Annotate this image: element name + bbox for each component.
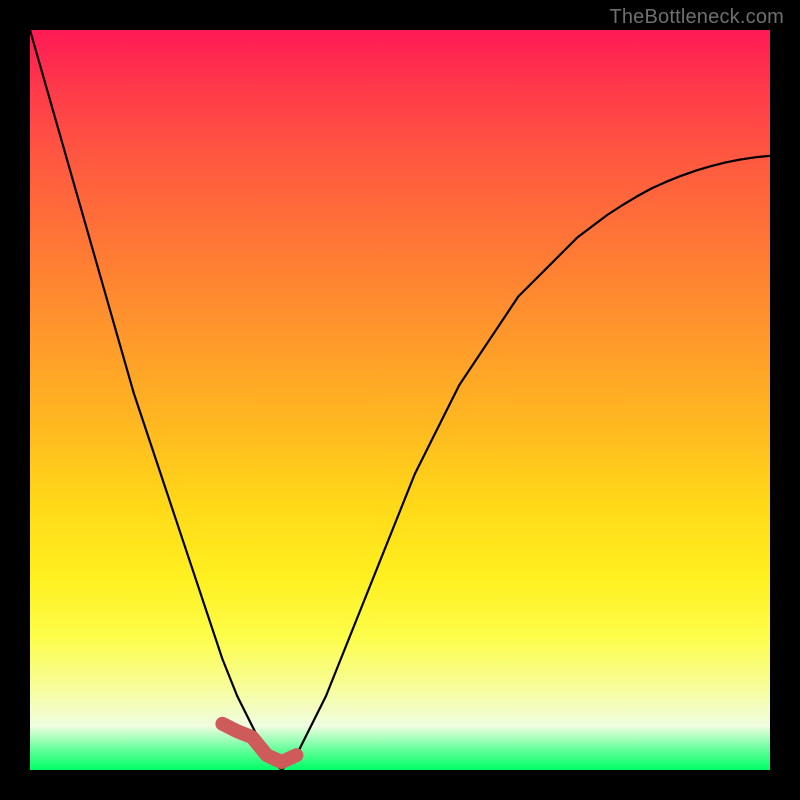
watermark-text: TheBottleneck.com bbox=[609, 6, 784, 29]
chart-plot-area bbox=[30, 30, 770, 770]
chart-svg bbox=[30, 30, 770, 770]
optimal-range-highlight bbox=[222, 724, 296, 762]
bottleneck-curve bbox=[30, 30, 770, 770]
